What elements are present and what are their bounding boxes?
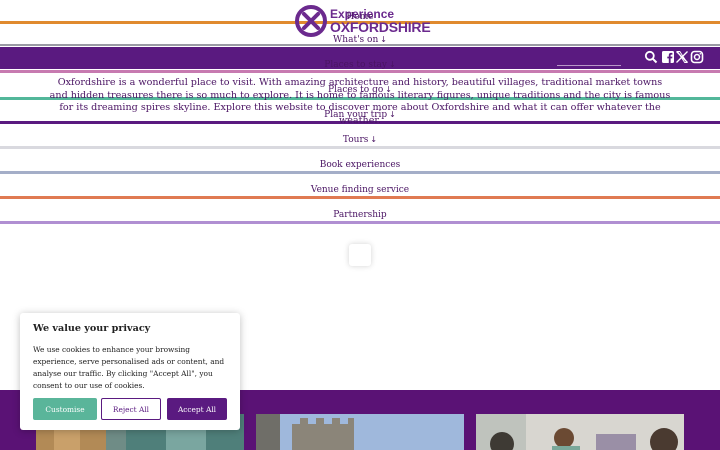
stripe-blue-grey bbox=[0, 171, 720, 174]
nav-venue-finding-label: Venue finding service bbox=[310, 185, 410, 195]
customise-button[interactable]: Customise bbox=[33, 398, 97, 420]
nav-places-to-stay-label: Places to stay bbox=[324, 60, 388, 70]
stripe-light-grey bbox=[0, 146, 720, 149]
stripe-pink bbox=[0, 70, 720, 73]
intro-paragraph: Oxfordshire is a wonderful place to visi… bbox=[49, 77, 671, 126]
card-image-3 bbox=[476, 414, 684, 450]
nav-partnership-label: Partnership bbox=[333, 210, 387, 220]
chevron-down-icon: ↓ bbox=[370, 135, 378, 144]
chevron-down-icon: ↓ bbox=[389, 60, 396, 69]
nav-home-label: Home bbox=[346, 12, 374, 22]
nav-venue-finding[interactable]: Venue finding service bbox=[0, 185, 720, 195]
accept-all-button[interactable]: Accept All bbox=[167, 398, 227, 420]
nav-partnership[interactable]: Partnership bbox=[0, 210, 720, 220]
nav-places-to-stay[interactable]: Places to stay ↓ bbox=[0, 60, 720, 70]
card-image-2 bbox=[256, 414, 464, 450]
cookie-consent-dialog: We value your privacy We use cookies to … bbox=[20, 313, 240, 430]
chevron-down-icon: ↓ bbox=[380, 35, 387, 44]
nav-book-experiences[interactable]: Book experiences bbox=[0, 160, 720, 170]
feature-card-2[interactable] bbox=[256, 414, 464, 450]
stripe-coral bbox=[0, 196, 720, 199]
reject-all-button[interactable]: Reject All bbox=[101, 398, 161, 420]
logo-line2: OXFORDSHIRE bbox=[330, 19, 431, 35]
nav-book-experiences-label: Book experiences bbox=[319, 160, 401, 170]
cookie-title: We value your privacy bbox=[33, 323, 151, 334]
nav-home[interactable]: Home bbox=[0, 12, 720, 22]
loading-spinner bbox=[349, 244, 371, 266]
feature-card-3[interactable] bbox=[476, 414, 684, 450]
nav-whats-on-label: What's on bbox=[333, 35, 379, 45]
stripe-lavender bbox=[0, 221, 720, 224]
nav-tours[interactable]: Tours ↓ bbox=[0, 135, 720, 145]
nav-tours-label: Tours bbox=[342, 135, 369, 145]
nav-whats-on[interactable]: What's on ↓ bbox=[0, 35, 720, 45]
cookie-body: We use cookies to enhance your browsing … bbox=[33, 345, 225, 390]
